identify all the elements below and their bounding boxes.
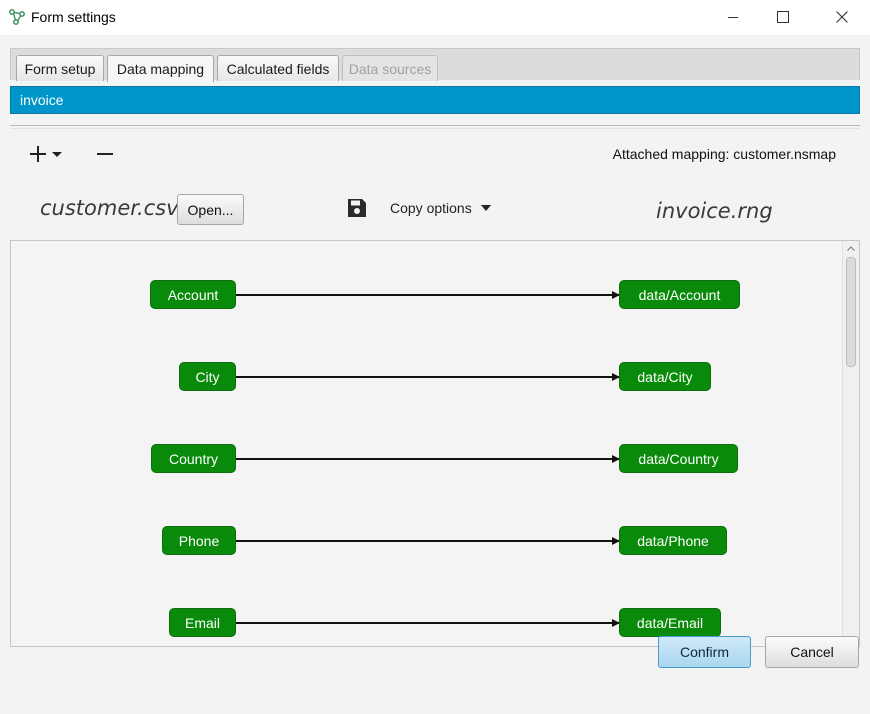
title-bar: Form settings bbox=[0, 0, 870, 35]
maximize-button[interactable] bbox=[760, 0, 806, 34]
minimize-button[interactable] bbox=[710, 0, 756, 34]
save-button[interactable] bbox=[344, 195, 370, 221]
target-field-node[interactable]: data/Email bbox=[619, 608, 721, 637]
source-field-node[interactable]: Email bbox=[169, 608, 236, 637]
target-field-node[interactable]: data/Country bbox=[619, 444, 738, 473]
window-title: Form settings bbox=[31, 9, 116, 25]
close-icon bbox=[836, 11, 848, 23]
chevron-up-icon bbox=[847, 245, 855, 251]
open-button[interactable]: Open... bbox=[177, 194, 244, 225]
app-network-icon bbox=[9, 9, 25, 25]
source-field-node[interactable]: Account bbox=[150, 280, 236, 309]
save-icon bbox=[348, 199, 366, 217]
scroll-up-button[interactable] bbox=[843, 241, 859, 255]
add-mapping-button[interactable] bbox=[26, 142, 66, 166]
close-button[interactable] bbox=[819, 0, 865, 34]
list-item[interactable]: invoice bbox=[10, 86, 860, 114]
source-field-node[interactable]: Phone bbox=[162, 526, 236, 555]
attached-mapping-label: Attached mapping: customer.nsmap bbox=[612, 146, 836, 162]
source-field-node[interactable]: City bbox=[179, 362, 236, 391]
tab-data-mapping[interactable]: Data mapping bbox=[107, 55, 214, 82]
copy-options-dropdown[interactable]: Copy options bbox=[390, 200, 491, 216]
list-item-label: invoice bbox=[20, 92, 64, 108]
tab-data-sources: Data sources bbox=[342, 55, 438, 81]
minimize-icon bbox=[728, 17, 738, 18]
target-field-node[interactable]: data/Account bbox=[619, 280, 740, 309]
copy-options-label: Copy options bbox=[390, 200, 472, 216]
mapping-canvas[interactable]: Account data/Account City data/City Coun… bbox=[10, 240, 860, 647]
target-field-node[interactable]: data/City bbox=[619, 362, 711, 391]
divider bbox=[10, 125, 860, 126]
remove-mapping-button[interactable] bbox=[92, 142, 118, 166]
scroll-thumb[interactable] bbox=[846, 257, 856, 367]
chevron-down-icon bbox=[480, 205, 491, 211]
tab-calculated-fields[interactable]: Calculated fields bbox=[217, 55, 339, 81]
cancel-button[interactable]: Cancel bbox=[765, 636, 859, 668]
tab-form-setup[interactable]: Form setup bbox=[16, 55, 104, 81]
plus-dropdown-icon bbox=[30, 146, 62, 162]
confirm-button[interactable]: Confirm bbox=[658, 636, 751, 668]
target-field-node[interactable]: data/Phone bbox=[619, 526, 727, 555]
source-field-node[interactable]: Country bbox=[151, 444, 236, 473]
maximize-icon bbox=[777, 11, 789, 23]
source-file-label: customer.csv bbox=[40, 196, 179, 220]
tab-strip: Form setup Data mapping Calculated field… bbox=[10, 48, 860, 82]
vertical-scrollbar[interactable] bbox=[842, 241, 859, 646]
target-file-label: invoice.rng bbox=[656, 199, 773, 223]
minus-icon bbox=[97, 153, 113, 155]
dialog-body: Form setup Data mapping Calculated field… bbox=[0, 35, 870, 714]
divider bbox=[10, 128, 860, 129]
